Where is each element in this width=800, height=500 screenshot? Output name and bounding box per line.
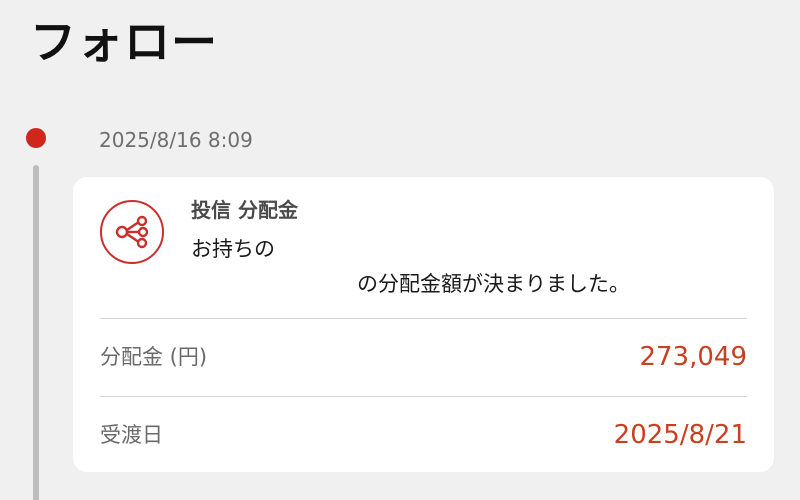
- timeline-line: [33, 165, 39, 500]
- timeline-dot: [26, 128, 46, 148]
- notification-card[interactable]: 投信 分配金 お持ちの の分配金額が決まりました。 分配金 (円) 273,04…: [73, 177, 774, 472]
- notification-timestamp: 2025/8/16 8:09: [99, 128, 253, 152]
- card-title: 投信 分配金: [191, 198, 298, 222]
- distribution-amount-value: 273,049: [639, 342, 747, 372]
- follow-page: フォロー 2025/8/16 8:09 投信 分配金 お持ちの の分配金額が決ま…: [0, 0, 800, 500]
- distribution-amount-label: 分配金 (円): [100, 345, 208, 369]
- redacted-fund-name-continued: [191, 271, 351, 307]
- settlement-date-value: 2025/8/21: [613, 420, 747, 450]
- settlement-date-label: 受渡日: [100, 423, 163, 447]
- page-title: フォロー: [30, 15, 218, 69]
- redacted-fund-name: [305, 227, 745, 271]
- share-network-icon: [100, 200, 164, 264]
- divider: [100, 396, 747, 397]
- divider: [100, 318, 747, 319]
- message-suffix: の分配金額が決まりました。: [357, 272, 630, 296]
- message-prefix: お持ちの: [191, 237, 275, 261]
